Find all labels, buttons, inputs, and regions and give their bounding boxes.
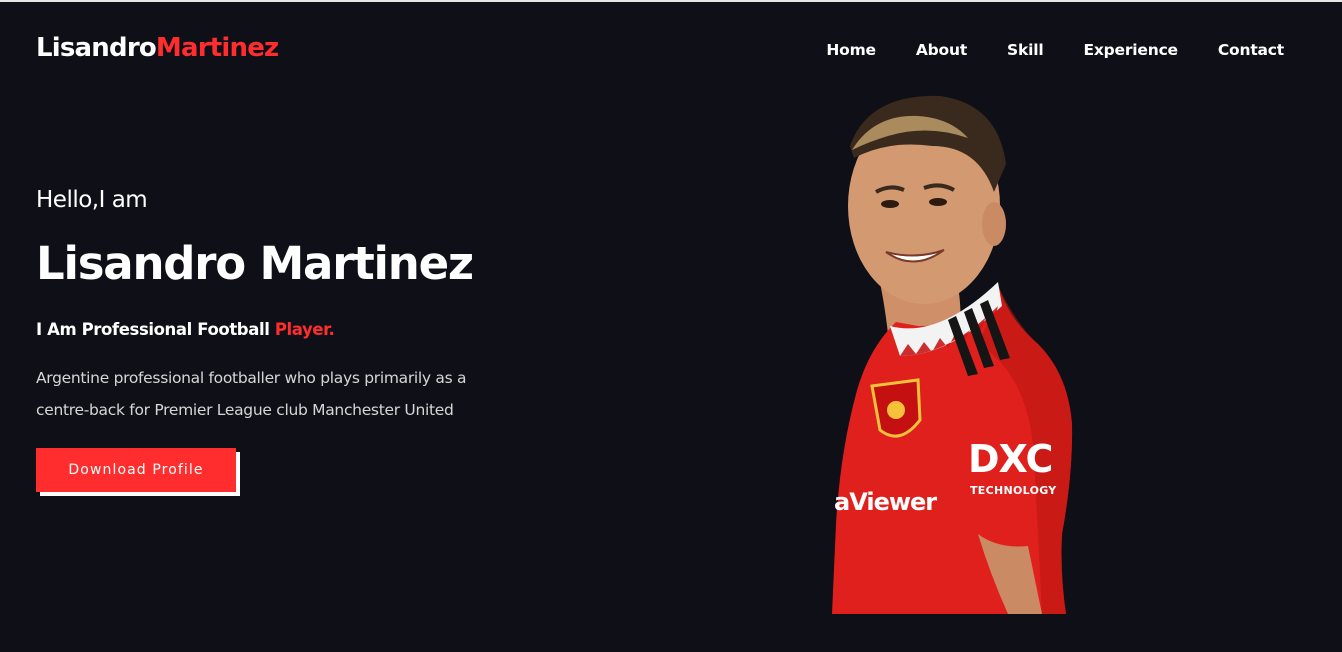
sleeve-logo-text: TECHNOLOGY (970, 484, 1057, 497)
hero-subtitle-prefix: I Am Professional Football (36, 320, 275, 339)
nav-contact[interactable]: Contact (1218, 39, 1284, 61)
hero-description: Argentine professional footballer who pl… (36, 369, 467, 419)
sleeve-logo: DXC (968, 437, 1052, 481)
hero-subtitle: I Am Professional Football Player. (36, 318, 556, 342)
site-logo[interactable]: LisandroMartinez (36, 32, 279, 64)
player-photo: aViewer DXC TECHNOLOGY (832, 95, 1073, 614)
hero-text: Hello,I am Lisandro Martinez I Am Profes… (36, 184, 556, 426)
main-nav: Home About Skill Experience Contact (826, 39, 1284, 61)
logo-first-name: Lisandro (36, 33, 157, 63)
hero-greeting: Hello,I am (36, 187, 148, 213)
nav-about[interactable]: About (916, 39, 967, 61)
page: LisandroMartinez Home About Skill Experi… (0, 0, 1342, 652)
nav-skill[interactable]: Skill (1007, 39, 1044, 61)
hero-name: Lisandro Martinez (36, 237, 474, 290)
sponsor-text: aViewer (834, 488, 937, 516)
download-profile-wrapper: Download Profile (36, 448, 240, 496)
download-profile-button[interactable]: Download Profile (36, 448, 236, 492)
nav-experience[interactable]: Experience (1083, 39, 1178, 61)
hero-subtitle-accent: Player. (274, 320, 335, 339)
logo-last-name: Martinez (155, 33, 279, 63)
nav-home[interactable]: Home (826, 39, 876, 61)
